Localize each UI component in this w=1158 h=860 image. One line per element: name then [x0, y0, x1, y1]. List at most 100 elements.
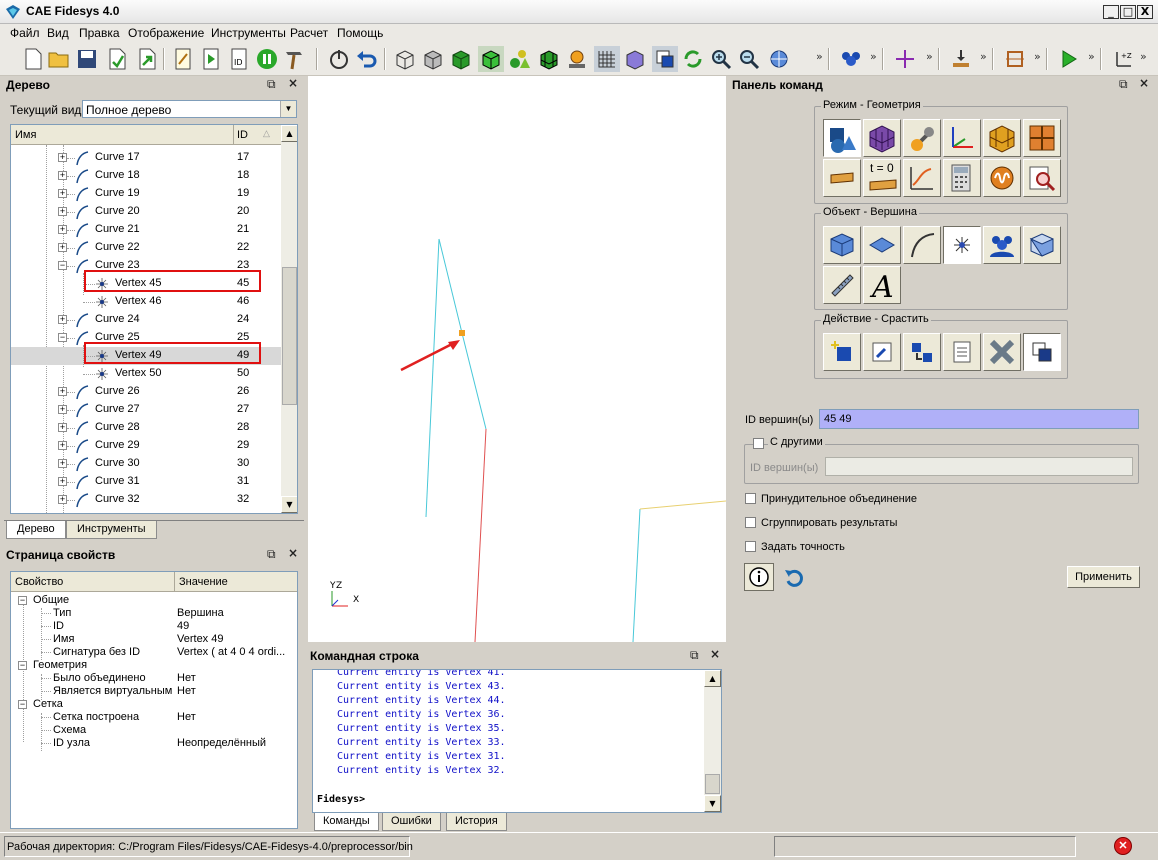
- action-merge-button[interactable]: [1023, 333, 1061, 371]
- mode-initial-conditions-button[interactable]: t = 0: [863, 159, 901, 197]
- action-transform-button[interactable]: [903, 333, 941, 371]
- tree-row[interactable]: + Curve 26 26: [11, 383, 281, 401]
- zoom-in-icon[interactable]: [708, 46, 734, 72]
- object-body-button[interactable]: [1023, 226, 1061, 264]
- shaded-edges-view-icon[interactable]: [478, 46, 504, 72]
- mesh-view-icon[interactable]: [536, 46, 562, 72]
- tab-commands[interactable]: Команды: [314, 813, 379, 831]
- object-measure-button[interactable]: [823, 266, 861, 304]
- tree-row[interactable]: + Curve 29 29: [11, 437, 281, 455]
- load-icon[interactable]: [948, 46, 974, 72]
- tree-row[interactable]: + Curve 27 27: [11, 401, 281, 419]
- object-volume-button[interactable]: [823, 226, 861, 264]
- scroll-thumb[interactable]: [282, 267, 297, 405]
- expand-icon[interactable]: +: [58, 423, 67, 432]
- mode-calculator-button[interactable]: [943, 159, 981, 197]
- scroll-down-icon[interactable]: ▼: [281, 496, 297, 513]
- float-icon[interactable]: ⧉: [267, 547, 276, 562]
- close-dock-icon[interactable]: ×: [288, 76, 298, 90]
- tree-row[interactable]: + Curve 31 31: [11, 473, 281, 491]
- tree-row[interactable]: + Curve 22 22: [11, 239, 281, 257]
- collapse-icon[interactable]: −: [58, 333, 67, 342]
- other-ids-input[interactable]: [825, 457, 1133, 476]
- close-dock-icon[interactable]: ×: [288, 546, 298, 560]
- menu-help[interactable]: Помощь: [337, 26, 383, 40]
- scroll-down-icon[interactable]: ▼: [704, 795, 721, 812]
- wireframe-view-icon[interactable]: [392, 46, 418, 72]
- action-delete-button[interactable]: [983, 333, 1021, 371]
- expand-icon[interactable]: +: [58, 153, 67, 162]
- with-others-checkbox[interactable]: [753, 438, 764, 449]
- id-script-icon[interactable]: ID: [226, 46, 252, 72]
- menu-edit[interactable]: Правка: [79, 26, 120, 40]
- close-dock-icon[interactable]: ×: [1139, 76, 1149, 90]
- command-prompt[interactable]: Fidesys>: [317, 794, 365, 805]
- close-dock-icon[interactable]: ×: [710, 647, 720, 661]
- expand-icon[interactable]: +: [58, 459, 67, 468]
- expand-icon[interactable]: +: [58, 405, 67, 414]
- tab-errors[interactable]: Ошибки: [382, 813, 441, 831]
- menu-view[interactable]: Вид: [47, 26, 69, 40]
- tree-row[interactable]: + Curve 24 24: [11, 311, 281, 329]
- group-results-checkbox[interactable]: [745, 517, 756, 528]
- float-icon[interactable]: ⧉: [1119, 77, 1128, 92]
- tree-row[interactable]: + Curve 18 18: [11, 167, 281, 185]
- expand-icon[interactable]: +: [58, 441, 67, 450]
- object-vertex-button[interactable]: [943, 226, 981, 264]
- set-precision-checkbox[interactable]: [745, 541, 756, 552]
- refresh-icon[interactable]: [680, 46, 706, 72]
- stop-hammer-icon[interactable]: [282, 46, 308, 72]
- transparency-icon[interactable]: [622, 46, 648, 72]
- command-scrollbar[interactable]: ▲ ▼: [704, 670, 721, 812]
- geometry-canvas[interactable]: [308, 76, 726, 642]
- expand-icon[interactable]: +: [58, 207, 67, 216]
- collapse-icon[interactable]: −: [18, 661, 27, 670]
- object-group-button[interactable]: [983, 226, 1021, 264]
- menu-file[interactable]: Файл: [10, 26, 40, 40]
- grid-toggle-icon[interactable]: [594, 46, 620, 72]
- menu-tools[interactable]: Инструменты: [211, 26, 286, 40]
- tab-tree[interactable]: Дерево: [6, 521, 66, 539]
- chevron-down-icon[interactable]: ▼: [280, 101, 296, 117]
- stop-error-icon[interactable]: ✕: [1114, 837, 1132, 855]
- scroll-up-icon[interactable]: ▲: [281, 125, 297, 142]
- tree-row[interactable]: + Curve 30 30: [11, 455, 281, 473]
- undo-icon[interactable]: [354, 46, 380, 72]
- float-icon[interactable]: ⧉: [267, 77, 276, 92]
- script-edit-icon[interactable]: [170, 46, 196, 72]
- export-icon[interactable]: [134, 46, 160, 72]
- expand-icon[interactable]: +: [58, 171, 67, 180]
- object-curve-button[interactable]: [903, 226, 941, 264]
- menu-display[interactable]: Отображение: [128, 26, 204, 40]
- tree-row[interactable]: + Curve 19 19: [11, 185, 281, 203]
- vertex-ids-input[interactable]: 45 49: [819, 409, 1139, 429]
- start-calc-icon[interactable]: [1056, 46, 1082, 72]
- mode-coordinate-system-button[interactable]: [943, 119, 981, 157]
- scroll-up-icon[interactable]: ▲: [704, 670, 721, 687]
- collapse-icon[interactable]: −: [58, 261, 67, 270]
- tree-row[interactable]: + Curve 32 32: [11, 491, 281, 509]
- zoom-out-icon[interactable]: [736, 46, 762, 72]
- object-text-button[interactable]: A: [863, 266, 901, 304]
- tree-row[interactable]: + Curve 28 28: [11, 419, 281, 437]
- expand-icon[interactable]: +: [58, 387, 67, 396]
- action-create-button[interactable]: [823, 333, 861, 371]
- object-surface-button[interactable]: [863, 226, 901, 264]
- action-modify-button[interactable]: [863, 333, 901, 371]
- force-merge-checkbox[interactable]: [745, 493, 756, 504]
- mode-results-button[interactable]: [983, 159, 1021, 197]
- tab-tools[interactable]: Инструменты: [66, 521, 157, 539]
- mode-analysis-button[interactable]: [903, 159, 941, 197]
- shaded-view-icon[interactable]: [448, 46, 474, 72]
- tree-row[interactable]: Vertex 46 46: [11, 293, 281, 311]
- expand-icon[interactable]: +: [58, 225, 67, 234]
- hidden-line-view-icon[interactable]: [420, 46, 446, 72]
- overlap-view-icon[interactable]: [652, 46, 678, 72]
- expand-icon[interactable]: +: [58, 315, 67, 324]
- mode-boundary-conditions-button[interactable]: [983, 119, 1021, 157]
- expand-icon[interactable]: +: [58, 189, 67, 198]
- open-folder-icon[interactable]: [46, 46, 72, 72]
- close-window-button[interactable]: X: [1137, 5, 1153, 19]
- save-icon[interactable]: [74, 46, 100, 72]
- maximize-button[interactable]: □: [1120, 5, 1136, 19]
